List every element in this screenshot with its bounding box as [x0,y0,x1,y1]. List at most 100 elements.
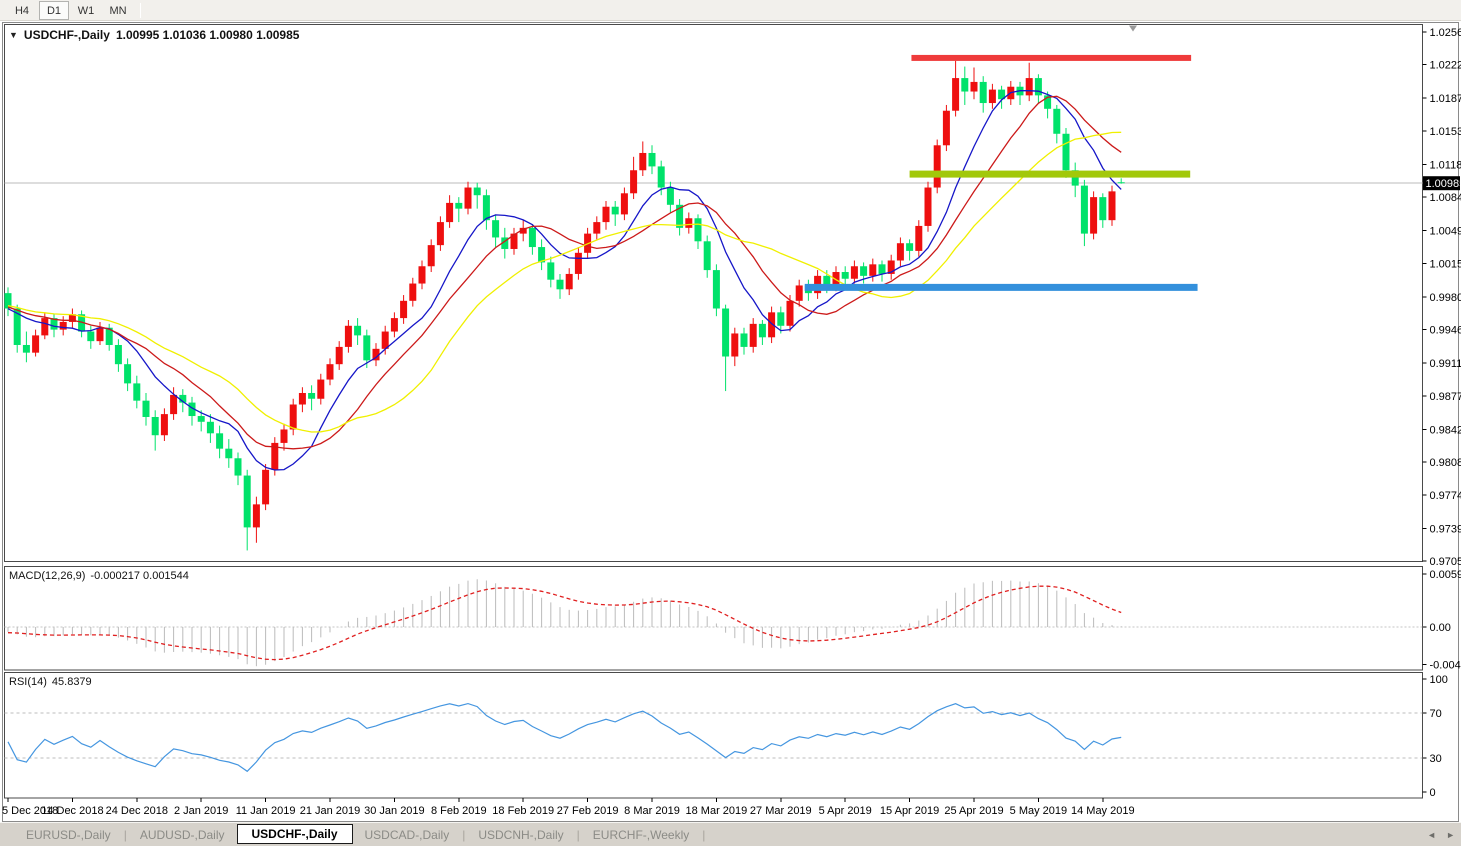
candle [749,323,757,347]
timeframe-mn-button[interactable]: MN [103,1,133,20]
macd-axis: 0.00597 0.00 -0.00424 [1422,569,1461,672]
candle [666,187,674,205]
rsi-name: RSI(14) [9,676,47,688]
candle [464,187,472,209]
candle [630,170,638,194]
candle [648,152,656,167]
tabs-scroll-controls: ◄ ► [1427,823,1455,846]
price-tick-label: 0.97390 [1430,523,1461,535]
macd-tick-label: 0.00 [1430,622,1451,634]
candle [703,241,711,271]
macd-tick-label: -0.00424 [1430,660,1461,672]
date-tick-label: 2 Jan 2019 [174,805,228,817]
candle [1117,182,1125,184]
candle [777,312,785,326]
date-axis: 5 Dec 201814 Dec 2018 24 Dec 2018 2 Jan 20… [2,798,1135,817]
candle [262,469,270,505]
date-tick-label: 11 Jan 2019 [236,805,296,817]
candle [335,346,343,365]
candle [124,364,132,384]
macd-indicator-label: MACD(12,26,9) -0.000217 0.001544 [9,570,189,582]
candle [326,364,334,380]
candle [482,195,490,221]
candle [593,222,601,234]
candle [455,202,463,209]
tabs-scroll-left-button[interactable]: ◄ [1427,830,1436,840]
tab-audusd-daily[interactable]: AUDUSD-,Daily [128,826,237,844]
candle [151,416,159,436]
candle [933,145,941,188]
candle [602,206,610,223]
candle [243,475,251,528]
candle [317,379,325,399]
timeframe-toolbar: H4 D1 W1 MN [0,0,1461,21]
candle [41,318,49,336]
date-tick-label: 27 Feb 2019 [557,805,619,817]
date-tick-label: 15 Apr 2019 [880,805,939,817]
candle [869,264,877,276]
candle [225,448,233,459]
tab-eurchf-weekly[interactable]: EURCHF-,Weekly [581,826,701,844]
candle [160,414,168,436]
timeframe-w1-button[interactable]: W1 [71,1,101,20]
timeframe-h4-button[interactable]: H4 [7,1,37,20]
candle [970,81,978,92]
date-tick-label: 27 Mar 2019 [750,805,812,817]
candle [712,270,720,309]
candle [344,325,352,347]
price-tick-label: 0.97740 [1430,490,1461,502]
candle [114,344,122,365]
candle [1053,108,1061,134]
candle [197,416,205,422]
price-tick-label: 0.99800 [1430,292,1461,304]
candle [924,187,932,226]
date-tick-label: 8 Mar 2019 [624,805,680,817]
resistance-line[interactable] [911,54,1192,61]
candle [740,333,748,347]
rsi-tick-label: 30 [1430,753,1442,765]
candle [409,283,417,301]
broken-support-line[interactable] [909,170,1191,178]
candle [1080,185,1088,234]
candle [758,323,766,338]
current-price-label: 1.00985 [1426,178,1461,190]
candle [722,308,730,357]
candle [427,245,435,267]
candle [896,243,904,261]
date-tick-label: 8 Feb 2019 [431,805,487,817]
candle [446,202,454,223]
date-tick-label: 18 Mar 2019 [686,805,748,817]
chart-menu-collapse-icon[interactable]: ▼ [9,30,18,40]
tab-usdcad-daily[interactable]: USDCAD-,Daily [353,826,462,844]
chart-tabs-bar: EURUSD-,Daily | AUDUSD-,Daily USDCHF-,Da… [0,822,1461,846]
tab-eurusd-daily[interactable]: EURUSD-,Daily [14,826,123,844]
price-tick-label: 1.00490 [1430,226,1461,238]
chart-ohlc-values: 1.00995 1.01036 1.00980 1.00985 [115,28,300,42]
candle [906,243,914,251]
rsi-tick-label: 100 [1430,674,1448,686]
price-tick-label: 1.01180 [1430,159,1461,171]
price-axis: 1.02560 1.02220 1.01870 1.01530 1.01180 1.008… [1422,27,1461,568]
candle [96,327,104,342]
toolbar-separator [140,2,141,18]
candle [1099,197,1107,221]
price-tick-label: 0.99110 [1430,358,1461,370]
candle [786,300,794,326]
candle [308,392,316,399]
price-tick-label: 0.98420 [1430,424,1461,436]
chart-canvas[interactable]: 1.02560 1.02220 1.01870 1.01530 1.01180 1.008… [0,21,1461,822]
rsi-tick-label: 70 [1430,708,1442,720]
date-tick-label: 5 May 2019 [1010,805,1067,817]
date-tick-label: 14 May 2019 [1071,805,1135,817]
timeframe-d1-button[interactable]: D1 [39,0,69,20]
candle [59,321,67,330]
tab-usdchf-daily[interactable]: USDCHF-,Daily [236,823,353,844]
tab-usdcnh-daily[interactable]: USDCNH-,Daily [466,826,575,844]
rsi-axis: 100 70 30 0 [1422,674,1448,799]
rsi-tick-label: 0 [1430,787,1436,799]
tabs-scroll-right-button[interactable]: ► [1446,830,1455,840]
candle [528,227,536,248]
support-line[interactable] [804,283,1198,291]
candle [565,273,573,290]
chart-window: 1.02560 1.02220 1.01870 1.01530 1.01180 1.008… [0,21,1461,822]
